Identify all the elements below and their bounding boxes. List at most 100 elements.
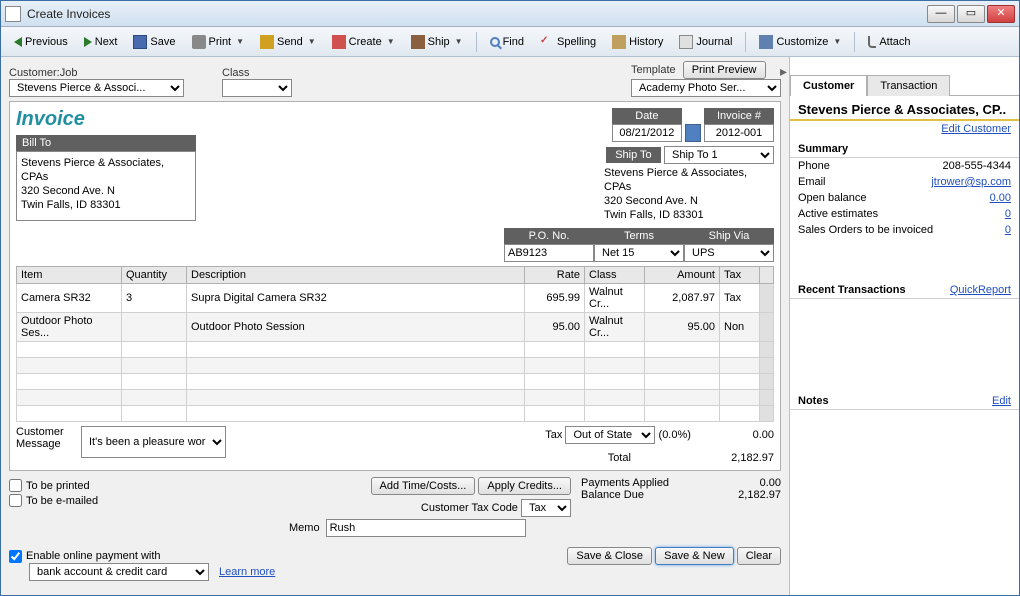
tax-select[interactable]: Out of State [565,426,655,444]
tax-amount: 0.00 [694,429,774,441]
email-value[interactable]: jtrower@sp.com [931,176,1011,188]
chevron-down-icon: ▼ [236,37,244,46]
po-header: P.O. No. [504,228,594,244]
app-icon [5,6,21,22]
notes-header: Notes [798,395,829,407]
add-time-costs-button[interactable]: Add Time/Costs... [371,477,476,495]
journal-button[interactable]: Journal [672,32,739,52]
memo-label: Memo [289,522,320,534]
tax-pct: (0.0%) [659,429,691,441]
phone-value: 208-555-4344 [942,160,1011,172]
customer-job-select[interactable]: Stevens Pierce & Associ... [9,79,184,97]
template-select[interactable]: Academy Photo Ser... [631,79,781,97]
save-icon [133,35,147,49]
ship-button[interactable]: Ship▼ [404,32,470,52]
email-label: Email [798,176,826,188]
customer-message-select[interactable]: It's been a pleasure working with you! [81,426,226,458]
col-rate: Rate [525,267,585,284]
window-title: Create Invoices [27,7,927,21]
terms-header: Terms [594,228,684,244]
next-button[interactable]: Next [77,33,125,51]
balance-amount: 2,182.97 [738,489,781,501]
find-button[interactable]: Find [483,33,531,51]
invoice-title: Invoice [16,108,196,131]
customize-icon [759,35,773,49]
quickreport-link[interactable]: QuickReport [950,284,1011,296]
sales-orders-value[interactable]: 0 [1005,224,1011,236]
table-row[interactable] [17,358,774,374]
close-button[interactable]: ✕ [987,5,1015,23]
tab-customer[interactable]: Customer [790,75,867,96]
table-row[interactable] [17,406,774,422]
find-icon [490,37,500,47]
date-input[interactable] [612,124,682,142]
calendar-icon[interactable] [685,124,701,142]
panel-collapse-icon[interactable]: ▸ [780,63,787,79]
table-row[interactable] [17,390,774,406]
to-be-emailed-checkbox[interactable]: To be e-mailed [9,494,98,507]
table-row[interactable]: Camera SR323Supra Digital Camera SR32695… [17,284,774,313]
enable-online-payment-checkbox[interactable]: Enable online payment with [9,550,161,563]
line-items-table[interactable]: Item Quantity Description Rate Class Amo… [16,266,774,422]
save-close-button[interactable]: Save & Close [567,547,652,565]
learn-more-link[interactable]: Learn more [219,566,275,578]
ship-via-select[interactable]: UPS [684,244,774,262]
total-amount: 2,182.97 [694,452,774,464]
col-qty: Quantity [122,267,187,284]
minimize-button[interactable]: — [927,5,955,23]
open-balance-value[interactable]: 0.00 [990,192,1011,204]
attach-button[interactable]: Attach [861,33,917,51]
print-icon [192,35,206,49]
date-header: Date [612,108,682,124]
active-estimates-label: Active estimates [798,208,878,220]
titlebar: Create Invoices — ▭ ✕ [1,1,1019,27]
customize-button[interactable]: Customize▼ [752,32,848,52]
tab-transaction[interactable]: Transaction [867,75,950,96]
customer-tax-code-label: Customer Tax Code [421,502,518,514]
payments-amount: 0.00 [760,477,781,489]
online-payment-method-select[interactable]: bank account & credit card [29,563,209,581]
total-label: Total [608,452,631,464]
arrow-right-icon [84,37,92,47]
save-new-button[interactable]: Save & New [655,547,734,565]
save-button[interactable]: Save [126,32,182,52]
col-desc: Description [187,267,525,284]
balance-label: Balance Due [581,489,644,501]
template-label: Template [631,64,676,76]
send-icon [260,35,274,49]
table-row[interactable] [17,342,774,358]
terms-select[interactable]: Net 15 [594,244,684,262]
sales-orders-label: Sales Orders to be invoiced [798,224,933,236]
send-button[interactable]: Send▼ [253,32,323,52]
create-button[interactable]: Create▼ [325,32,402,52]
po-input[interactable] [504,244,594,262]
customer-tax-code-select[interactable]: Tax [521,499,571,517]
table-row[interactable]: Outdoor Photo Ses...Outdoor Photo Sessio… [17,313,774,342]
ship-to-header: Ship To [606,147,661,163]
tax-label: Tax [545,429,562,441]
to-be-printed-checkbox[interactable]: To be printed [9,479,98,492]
history-button[interactable]: History [605,32,670,52]
table-row[interactable] [17,374,774,390]
active-estimates-value[interactable]: 0 [1005,208,1011,220]
class-label: Class [222,67,292,79]
bill-to-address[interactable]: Stevens Pierce & Associates, CPAs 320 Se… [16,151,196,221]
previous-button[interactable]: Previous [7,33,75,51]
edit-customer-link[interactable]: Edit Customer [941,123,1011,135]
edit-notes-link[interactable]: Edit [992,395,1011,407]
spelling-button[interactable]: ✓Spelling [533,32,603,52]
invoice-number-input[interactable] [704,124,774,142]
ship-to-select[interactable]: Ship To 1 [664,146,774,164]
print-preview-button[interactable]: Print Preview [683,61,766,79]
print-button[interactable]: Print▼ [185,32,252,52]
history-icon [612,35,626,49]
maximize-button[interactable]: ▭ [957,5,985,23]
class-select[interactable] [222,79,292,97]
memo-input[interactable] [326,519,526,537]
payments-label: Payments Applied [581,477,669,489]
journal-icon [679,35,693,49]
clear-button[interactable]: Clear [737,547,781,565]
summary-header: Summary [790,137,1019,158]
arrow-left-icon [14,37,22,47]
apply-credits-button[interactable]: Apply Credits... [478,477,571,495]
